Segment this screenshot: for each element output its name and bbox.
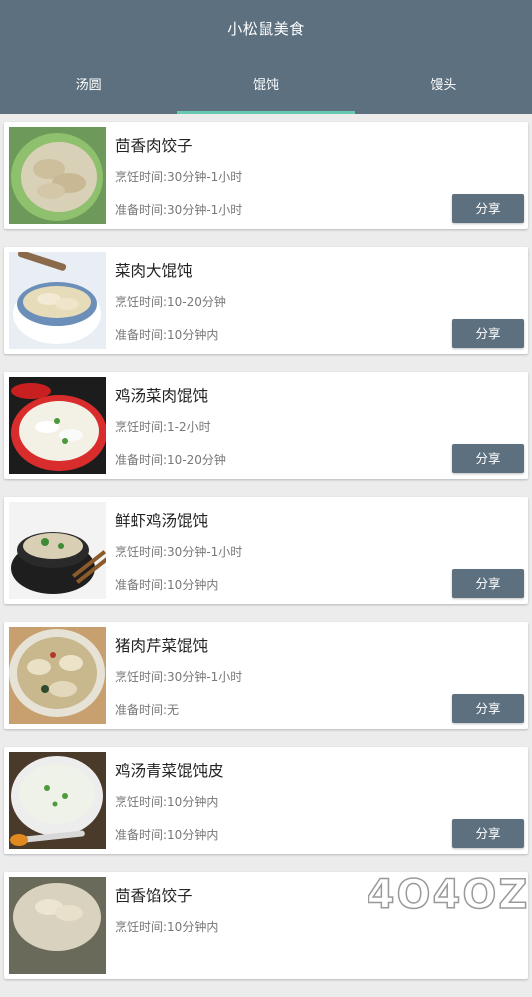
share-button[interactable]: 分享 bbox=[452, 694, 524, 723]
recipe-card[interactable]: 鲜虾鸡汤馄饨 烹饪时间:30分钟-1小时 准备时间:10分钟内 分享 bbox=[4, 497, 528, 604]
share-button[interactable]: 分享 bbox=[452, 569, 524, 598]
recipe-prep-time: 准备时间:10分钟内 bbox=[115, 328, 219, 342]
recipe-name: 菜肉大馄饨 bbox=[115, 262, 193, 280]
recipe-cook-time: 烹饪时间:1-2小时 bbox=[115, 420, 211, 434]
app-bar: 小松鼠美食 汤圆 馄饨 馒头 bbox=[0, 0, 532, 114]
recipe-photo bbox=[9, 752, 106, 849]
recipe-card[interactable]: 茴香肉饺子 烹饪时间:30分钟-1小时 准备时间:30分钟-1小时 分享 bbox=[4, 122, 528, 229]
recipe-photo bbox=[9, 627, 106, 724]
recipe-card[interactable]: 鸡汤青菜馄饨皮 烹饪时间:10分钟内 准备时间:10分钟内 分享 bbox=[4, 747, 528, 854]
tab-tangyuan[interactable]: 汤圆 bbox=[0, 73, 177, 114]
recipe-photo bbox=[9, 377, 106, 474]
recipe-cook-time: 烹饪时间:30分钟-1小时 bbox=[115, 545, 243, 559]
recipe-name: 茴香肉饺子 bbox=[115, 137, 193, 155]
recipe-name: 猪肉芹菜馄饨 bbox=[115, 637, 209, 655]
recipe-name: 茴香馅饺子 bbox=[115, 887, 193, 905]
recipe-card[interactable]: 猪肉芹菜馄饨 烹饪时间:30分钟-1小时 准备时间:无 分享 bbox=[4, 622, 528, 729]
share-button[interactable]: 分享 bbox=[452, 194, 524, 223]
recipe-photo bbox=[9, 127, 106, 224]
recipe-cook-time: 烹饪时间:10分钟内 bbox=[115, 920, 219, 934]
recipe-photo bbox=[9, 502, 106, 599]
app-title: 小松鼠美食 bbox=[227, 20, 305, 38]
recipe-cook-time: 烹饪时间:10-20分钟 bbox=[115, 295, 226, 309]
recipe-prep-time: 准备时间:10分钟内 bbox=[115, 578, 219, 592]
recipe-photo bbox=[9, 877, 106, 974]
recipe-name: 鸡汤菜肉馄饨 bbox=[115, 387, 209, 405]
recipe-card[interactable]: 鸡汤菜肉馄饨 烹饪时间:1-2小时 准备时间:10-20分钟 分享 bbox=[4, 372, 528, 479]
recipe-photo bbox=[9, 252, 106, 349]
watermark-text: 4O4OZ bbox=[368, 872, 528, 918]
tab-huntun[interactable]: 馄饨 bbox=[177, 73, 355, 114]
watermark-logo: 4O4OZ bbox=[368, 871, 528, 919]
tab-mantou[interactable]: 馒头 bbox=[355, 73, 532, 114]
recipe-prep-time: 准备时间:30分钟-1小时 bbox=[115, 203, 243, 217]
recipe-prep-time: 准备时间:无 bbox=[115, 703, 180, 717]
recipe-prep-time: 准备时间:10分钟内 bbox=[115, 828, 219, 842]
recipe-prep-time: 准备时间:10-20分钟 bbox=[115, 453, 226, 467]
recipe-cook-time: 烹饪时间:30分钟-1小时 bbox=[115, 170, 243, 184]
recipe-name: 鸡汤青菜馄饨皮 bbox=[115, 762, 224, 780]
recipe-name: 鲜虾鸡汤馄饨 bbox=[115, 512, 209, 530]
tab-bar: 汤圆 馄饨 馒头 bbox=[0, 73, 532, 114]
recipe-cook-time: 烹饪时间:30分钟-1小时 bbox=[115, 670, 243, 684]
recipe-cook-time: 烹饪时间:10分钟内 bbox=[115, 795, 219, 809]
recipe-card[interactable]: 菜肉大馄饨 烹饪时间:10-20分钟 准备时间:10分钟内 分享 bbox=[4, 247, 528, 354]
share-button[interactable]: 分享 bbox=[452, 319, 524, 348]
share-button[interactable]: 分享 bbox=[452, 444, 524, 473]
share-button[interactable]: 分享 bbox=[452, 819, 524, 848]
